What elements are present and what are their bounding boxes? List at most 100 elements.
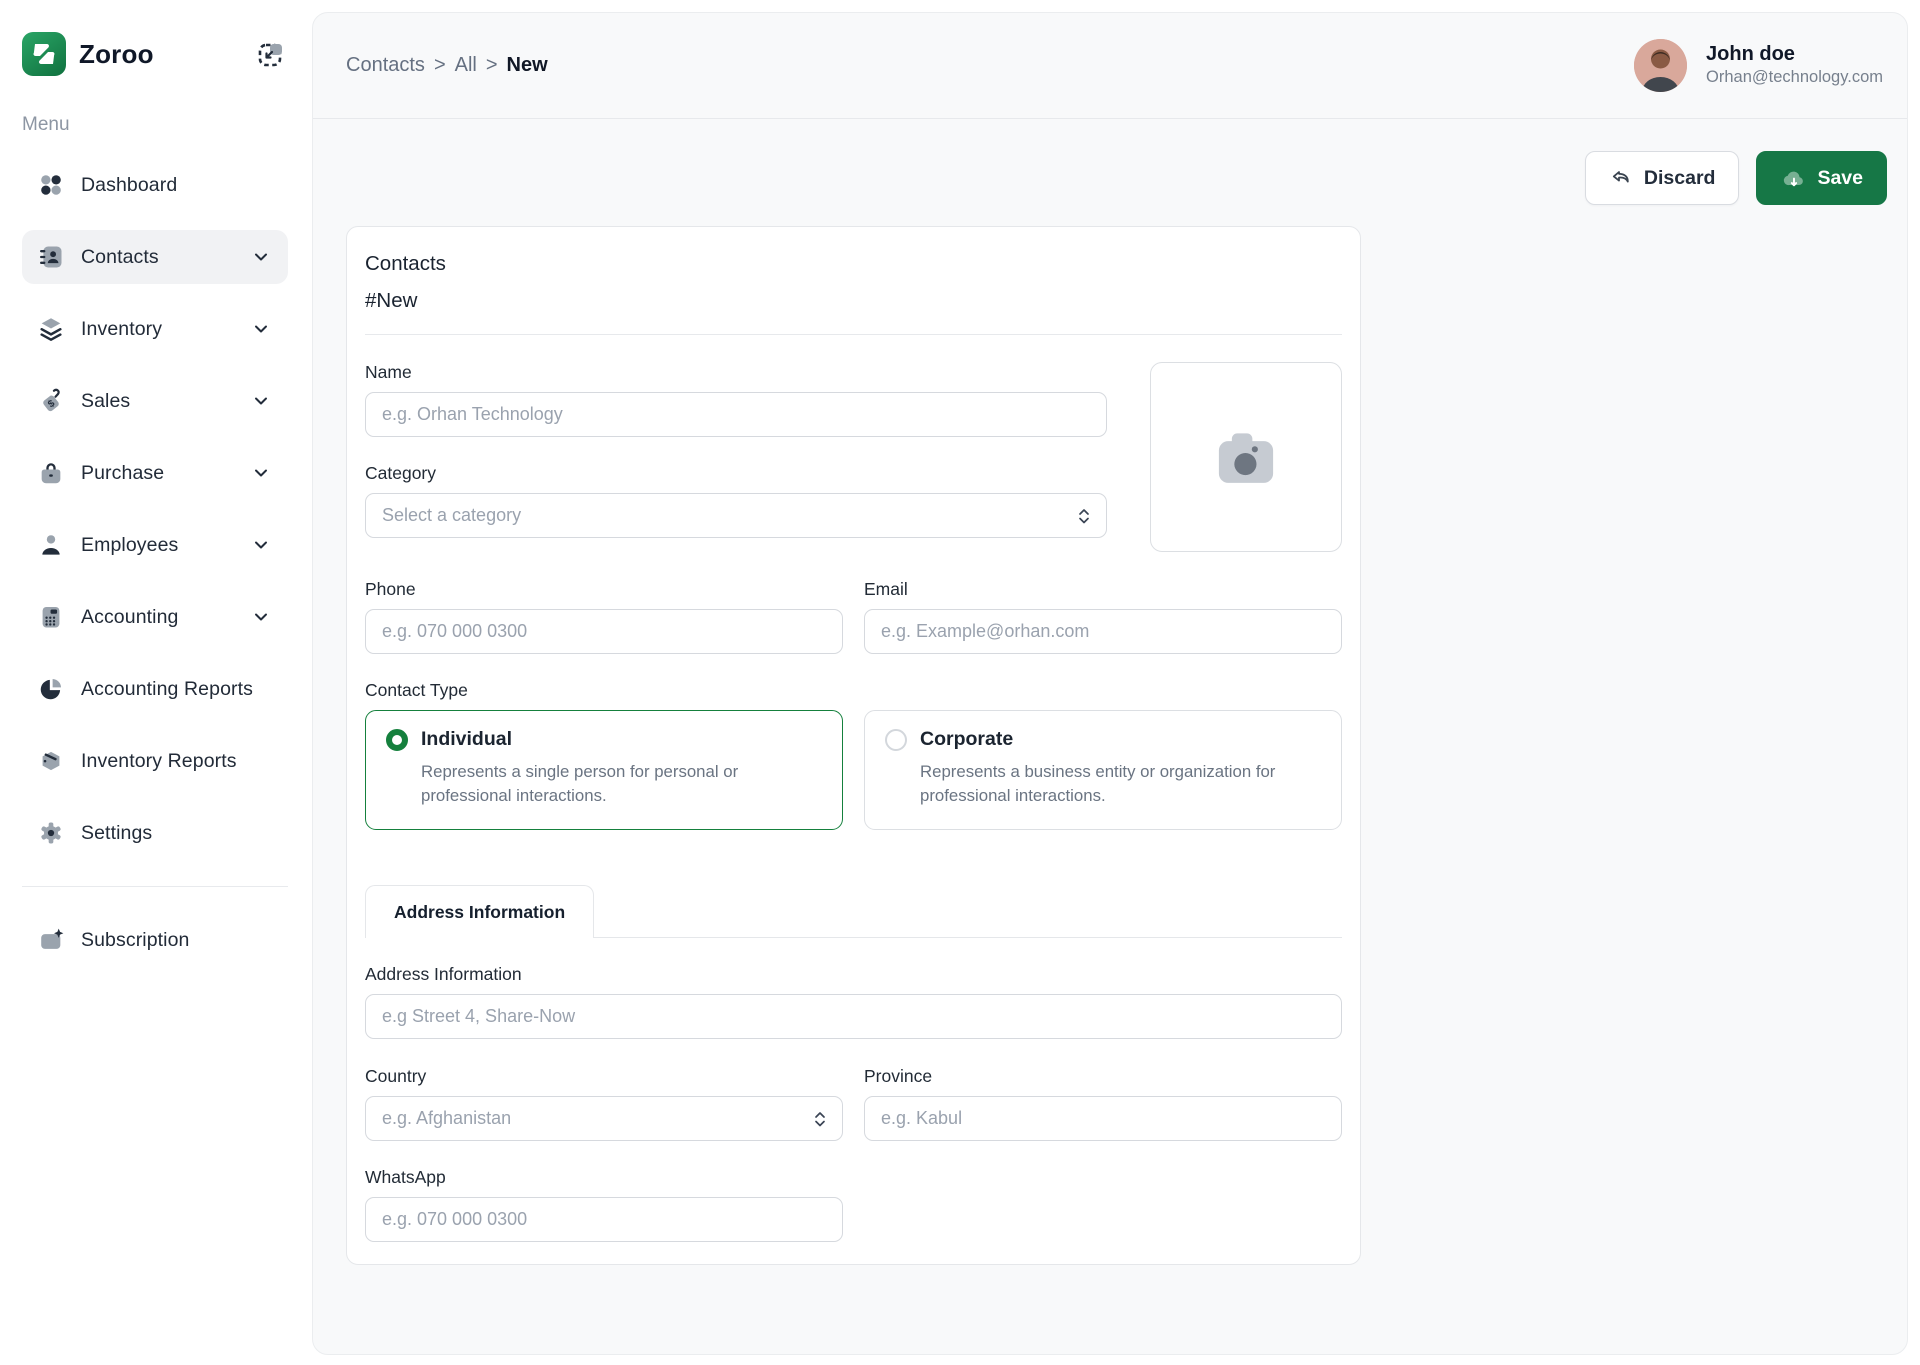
contact-type-title: Individual	[421, 728, 512, 751]
user-name: John doe	[1706, 42, 1883, 67]
phone-label: Phone	[365, 579, 843, 600]
user-block[interactable]: John doe Orhan@technology.com	[1634, 39, 1887, 92]
name-input[interactable]	[365, 392, 1107, 437]
contact-type-corporate[interactable]: Corporate Represents a business entity o…	[864, 710, 1342, 830]
sidebar-item-label: Settings	[81, 822, 152, 845]
employees-icon	[36, 530, 66, 560]
sidebar-item-label: Subscription	[81, 929, 190, 952]
chevron-down-icon	[252, 392, 270, 410]
sidebar-item-sales[interactable]: $ Sales	[22, 374, 288, 428]
category-placeholder: Select a category	[382, 505, 521, 526]
sidebar-item-label: Inventory Reports	[81, 750, 237, 773]
category-select[interactable]: Select a category	[365, 493, 1107, 538]
sidebar-nav: Dashboard Contacts	[0, 158, 310, 860]
sidebar-item-subscription[interactable]: Subscription	[22, 913, 288, 967]
sidebar-collapse-icon[interactable]	[256, 39, 286, 69]
settings-icon	[36, 818, 66, 848]
address-label: Address Information	[365, 964, 1342, 985]
country-label: Country	[365, 1066, 843, 1087]
contact-type-label: Contact Type	[365, 680, 1342, 701]
save-label: Save	[1817, 167, 1863, 190]
select-chevrons-icon	[1076, 506, 1092, 526]
breadcrumb-contacts[interactable]: Contacts	[346, 54, 425, 77]
accounting-reports-icon	[36, 674, 66, 704]
phone-input[interactable]	[365, 609, 843, 654]
contacts-icon	[36, 242, 66, 272]
user-email: Orhan@technology.com	[1706, 67, 1883, 88]
sidebar-item-contacts[interactable]: Contacts	[22, 230, 288, 284]
country-select[interactable]: e.g. Afghanistan	[365, 1096, 843, 1141]
form-title: Contacts	[365, 252, 1342, 276]
save-button[interactable]: Save	[1756, 151, 1887, 205]
discard-button[interactable]: Discard	[1585, 151, 1740, 205]
contact-form-card: Contacts #New Name Category Select a cat…	[346, 226, 1361, 1265]
sidebar-item-dashboard[interactable]: Dashboard	[22, 158, 288, 212]
divider	[365, 334, 1342, 335]
contact-type-options: Individual Represents a single person fo…	[365, 710, 1342, 830]
brand-name: Zoroo	[79, 39, 154, 70]
chevron-down-icon	[252, 536, 270, 554]
province-input[interactable]	[864, 1096, 1342, 1141]
menu-section-label: Menu	[0, 114, 310, 136]
category-label: Category	[365, 463, 1107, 484]
breadcrumb-all[interactable]: All	[455, 54, 477, 77]
sidebar-item-inventory[interactable]: Inventory	[22, 302, 288, 356]
sidebar-item-label: Employees	[81, 534, 178, 557]
sidebar-item-accounting[interactable]: Accounting	[22, 590, 288, 644]
email-label: Email	[864, 579, 1342, 600]
inventory-icon	[36, 314, 66, 344]
sidebar-item-employees[interactable]: Employees	[22, 518, 288, 572]
inventory-reports-icon	[36, 746, 66, 776]
main-panel: Contacts > All > New John doe Orh	[312, 12, 1908, 1355]
photo-upload-box[interactable]	[1150, 362, 1342, 552]
sidebar-item-label: Contacts	[81, 246, 159, 269]
sidebar-item-label: Purchase	[81, 462, 164, 485]
sales-icon: $	[36, 386, 66, 416]
form-subtitle: #New	[365, 289, 1342, 313]
sidebar-item-label: Dashboard	[81, 174, 177, 197]
panel-body: Discard Save Contacts #New	[313, 119, 1907, 1354]
main-area: Contacts > All > New John doe Orh	[310, 0, 1920, 1365]
discard-label: Discard	[1644, 167, 1716, 190]
cloud-upload-icon	[1780, 165, 1806, 191]
breadcrumb: Contacts > All > New	[346, 54, 548, 77]
panel-header: Contacts > All > New John doe Orh	[313, 13, 1907, 119]
country-placeholder: e.g. Afghanistan	[382, 1108, 511, 1129]
sidebar-item-purchase[interactable]: Purchase	[22, 446, 288, 500]
sidebar-item-settings[interactable]: Settings	[22, 806, 288, 860]
sidebar-item-inventory-reports[interactable]: Inventory Reports	[22, 734, 288, 788]
whatsapp-label: WhatsApp	[365, 1167, 843, 1188]
subscription-icon	[36, 925, 66, 955]
chevron-down-icon	[252, 248, 270, 266]
avatar	[1634, 39, 1687, 92]
contact-type-title: Corporate	[920, 728, 1013, 751]
breadcrumb-separator: >	[434, 54, 446, 77]
contact-type-description: Represents a single person for personal …	[386, 760, 822, 809]
sidebar-item-accounting-reports[interactable]: Accounting Reports	[22, 662, 288, 716]
camera-icon	[1207, 424, 1285, 490]
logo-row: Zoroo	[0, 30, 310, 78]
whatsapp-input[interactable]	[365, 1197, 843, 1242]
name-label: Name	[365, 362, 1107, 383]
tabs-row: Address Information	[365, 885, 1342, 938]
contact-type-individual[interactable]: Individual Represents a single person fo…	[365, 710, 843, 830]
chevron-down-icon	[252, 464, 270, 482]
tab-address-information[interactable]: Address Information	[365, 885, 594, 938]
breadcrumb-separator: >	[486, 54, 498, 77]
chevron-down-icon	[252, 320, 270, 338]
toolbar: Discard Save	[346, 151, 1887, 205]
select-chevrons-icon	[812, 1109, 828, 1129]
sidebar-footer: Subscription	[0, 913, 310, 967]
email-input[interactable]	[864, 609, 1342, 654]
sidebar-item-label: Accounting	[81, 606, 178, 629]
radio-selected-icon[interactable]	[386, 729, 408, 751]
zoroo-logo-icon	[22, 32, 66, 76]
sidebar-item-label: Sales	[81, 390, 130, 413]
sidebar-item-label: Inventory	[81, 318, 162, 341]
dashboard-icon	[36, 170, 66, 200]
radio-unselected-icon[interactable]	[885, 729, 907, 751]
contact-type-description: Represents a business entity or organiza…	[885, 760, 1321, 809]
address-input[interactable]	[365, 994, 1342, 1039]
chevron-down-icon	[252, 608, 270, 626]
sidebar: Zoroo Menu Dashboard	[0, 0, 310, 1365]
